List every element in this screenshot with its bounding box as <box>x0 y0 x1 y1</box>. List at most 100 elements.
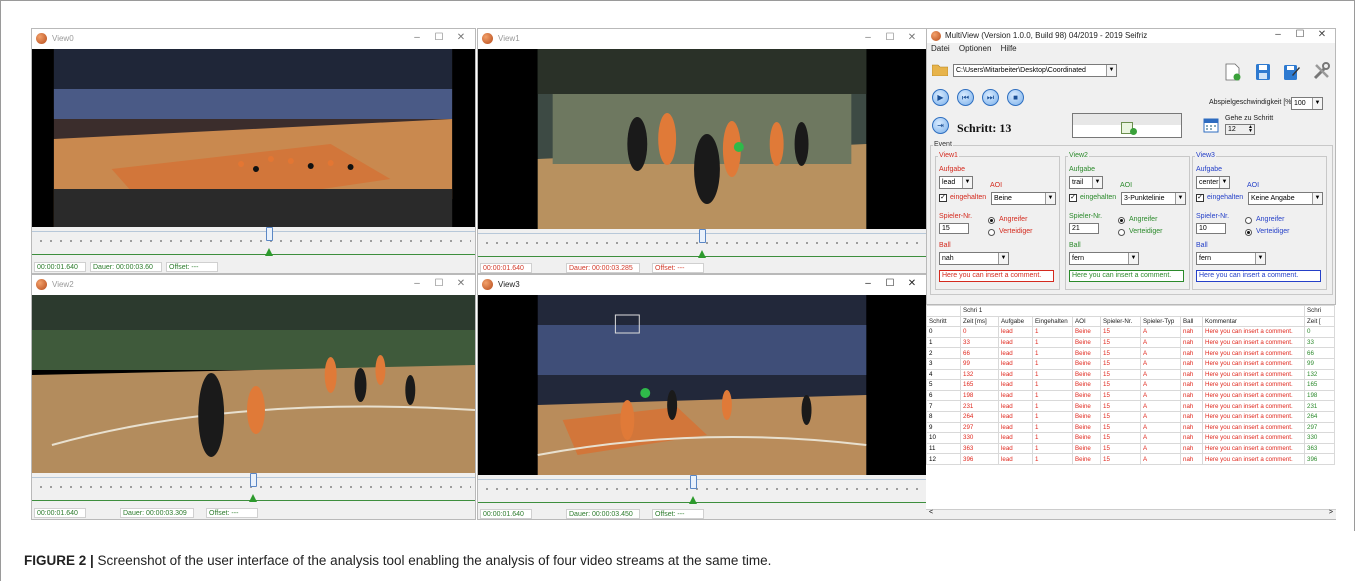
chevron-down-icon[interactable]: ▼ <box>1128 253 1138 264</box>
table-cell[interactable]: 1 <box>1032 421 1073 434</box>
view3-video[interactable] <box>478 295 926 475</box>
timeline-thumb[interactable] <box>690 475 697 489</box>
calendar-icon[interactable] <box>1203 117 1219 133</box>
table-cell[interactable]: 198 <box>960 389 999 402</box>
table-cell[interactable]: Here you can insert a comment. <box>1202 442 1305 455</box>
table-row[interactable]: 11 363 lead 1 Beine 15 Anah Here you can insert… <box>926 442 1335 455</box>
eingehalten-checkbox[interactable]: ✓ <box>1069 194 1077 202</box>
view2-timeline[interactable] <box>32 473 475 507</box>
table-cell[interactable]: nah <box>1180 421 1203 434</box>
table-cell[interactable]: Beine <box>1072 432 1101 444</box>
view1-video[interactable] <box>478 49 926 229</box>
stop-button[interactable]: ■ <box>1007 89 1024 106</box>
table-row[interactable]: 2 66 lead 1 Beine 15 Anah Here you can insert a… <box>926 347 1335 359</box>
chevron-down-icon[interactable]: ▼ <box>1106 65 1116 76</box>
table-cell[interactable]: Here you can insert a comment. <box>1202 379 1305 391</box>
table-cell[interactable]: nah <box>1180 368 1203 381</box>
table-cell[interactable]: 15 <box>1100 389 1141 402</box>
table-cell[interactable]: A <box>1140 421 1181 434</box>
table-cell[interactable]: lead <box>998 442 1033 455</box>
table-cell[interactable]: 15 <box>1100 368 1141 381</box>
aoi-select[interactable]: 3-Punktelinie ▼ <box>1121 192 1186 205</box>
view0-timeline[interactable] <box>32 227 475 261</box>
table-row[interactable]: 10 330 lead 1 Beine 15 Anah Here you can insert… <box>926 432 1335 444</box>
table-cell[interactable]: 165 <box>1304 379 1335 391</box>
minimize-button[interactable]: – <box>407 32 427 43</box>
close-button[interactable]: ✕ <box>451 32 471 43</box>
table-cell[interactable]: Beine <box>1072 336 1101 349</box>
table-row[interactable]: 0 0 lead 1 Beine 15 Anah Here you can insert a … <box>926 326 1335 338</box>
column-header[interactable]: Zeit [ <box>1304 315 1335 328</box>
table-cell[interactable]: 1 <box>1032 357 1073 370</box>
table-cell[interactable]: 10 <box>926 432 961 444</box>
table-cell[interactable]: 1 <box>1032 453 1073 465</box>
table-cell[interactable]: lead <box>998 400 1033 412</box>
table-cell[interactable]: lead <box>998 368 1033 381</box>
table-cell[interactable]: 165 <box>960 379 999 391</box>
table-cell[interactable]: nah <box>1180 326 1203 338</box>
table-cell[interactable]: A <box>1140 368 1181 381</box>
column-header[interactable]: Kommentar <box>1202 315 1305 328</box>
table-cell[interactable]: 1 <box>1032 432 1073 444</box>
table-cell[interactable]: A <box>1140 326 1181 338</box>
table-cell[interactable]: A <box>1140 442 1181 455</box>
table-cell[interactable]: nah <box>1180 389 1203 402</box>
aufgabe-select[interactable]: lead ▼ <box>939 176 973 189</box>
table-cell[interactable]: 330 <box>960 432 999 444</box>
table-cell[interactable]: Beine <box>1072 410 1101 423</box>
table-cell[interactable]: 15 <box>1100 400 1141 412</box>
goto-step-input[interactable]: 12 ▲ ▼ <box>1225 124 1255 135</box>
table-cell[interactable]: 1 <box>1032 347 1073 359</box>
minimize-button[interactable]: – <box>858 278 878 289</box>
column-header[interactable]: AOI <box>1072 315 1101 328</box>
offset-marker[interactable] <box>698 250 706 258</box>
table-cell[interactable]: Beine <box>1072 357 1101 370</box>
menu-hilfe[interactable]: Hilfe <box>1001 44 1017 53</box>
table-cell[interactable]: 11 <box>926 442 961 455</box>
table-row[interactable]: 5 165 lead 1 Beine 15 Anah Here you can insert … <box>926 379 1335 391</box>
table-cell[interactable]: 0 <box>960 326 999 338</box>
table-cell[interactable]: Beine <box>1072 347 1101 359</box>
table-cell[interactable]: 1 <box>1032 379 1073 391</box>
view0-video[interactable] <box>32 49 475 227</box>
spieler-nr-input[interactable]: 21 <box>1069 223 1099 234</box>
table-row[interactable]: 4 132 lead 1 Beine 15 Anah Here you can insert … <box>926 368 1335 381</box>
table-cell[interactable]: nah <box>1180 432 1203 444</box>
table-cell[interactable]: 15 <box>1100 336 1141 349</box>
table-cell[interactable]: A <box>1140 347 1181 359</box>
table-cell[interactable]: 99 <box>1304 357 1335 370</box>
table-cell[interactable]: 264 <box>1304 410 1335 423</box>
ball-select[interactable]: nah ▼ <box>939 252 1009 265</box>
table-cell[interactable]: A <box>1140 410 1181 423</box>
table-row[interactable]: 8 264 lead 1 Beine 15 Anah Here you can insert … <box>926 410 1335 423</box>
table-cell[interactable]: 1 <box>1032 336 1073 349</box>
table-cell[interactable]: lead <box>998 326 1033 338</box>
table-cell[interactable]: 15 <box>1100 442 1141 455</box>
folder-icon[interactable] <box>931 63 949 77</box>
close-button[interactable]: ✕ <box>1313 29 1331 40</box>
table-cell[interactable]: Here you can insert a comment. <box>1202 357 1305 370</box>
table-row[interactable]: 3 99 lead 1 Beine 15 Anah Here you can insert a… <box>926 357 1335 370</box>
aufgabe-select[interactable]: trail ▼ <box>1069 176 1103 189</box>
view1-timeline[interactable] <box>478 229 926 263</box>
chevron-down-icon[interactable]: ▼ <box>1092 177 1102 188</box>
aoi-select[interactable]: Beine ▼ <box>991 192 1056 205</box>
column-header[interactable]: Schritt <box>926 315 961 328</box>
table-cell[interactable]: lead <box>998 336 1033 349</box>
add-step-button[interactable] <box>1072 113 1182 138</box>
table-cell[interactable]: 12 <box>926 453 961 465</box>
table-cell[interactable]: 264 <box>960 410 999 423</box>
table-cell[interactable]: Here you can insert a comment. <box>1202 326 1305 338</box>
table-cell[interactable]: nah <box>1180 336 1203 349</box>
spinner-icon[interactable]: ▲ ▼ <box>1248 125 1253 134</box>
comment-input[interactable]: Here you can insert a comment. <box>1196 270 1321 282</box>
scroll-left-icon[interactable]: < <box>929 509 933 516</box>
chevron-down-icon[interactable]: ▼ <box>962 177 972 188</box>
close-button[interactable]: ✕ <box>902 278 922 289</box>
table-cell[interactable]: 396 <box>960 453 999 465</box>
view3-timeline[interactable] <box>478 475 926 509</box>
chevron-down-icon[interactable]: ▼ <box>1045 193 1055 204</box>
table-cell[interactable]: 33 <box>960 336 999 349</box>
minimize-button[interactable]: – <box>858 32 878 43</box>
table-row[interactable]: 12 396 lead 1 Beine 15 Anah Here you can insert… <box>926 453 1335 465</box>
